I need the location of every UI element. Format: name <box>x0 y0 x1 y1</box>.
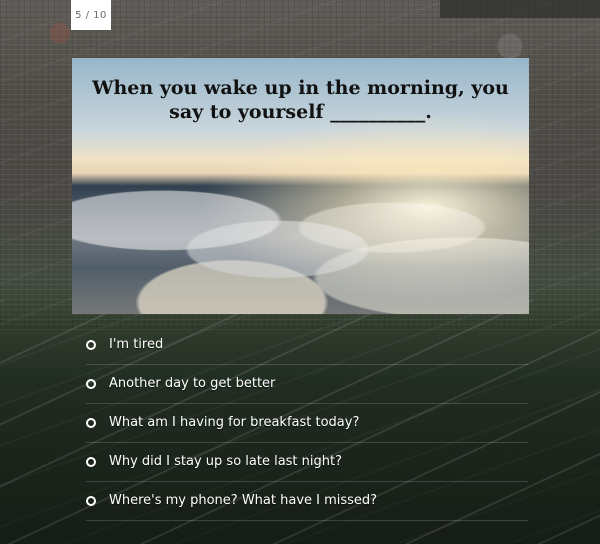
answer-option-label: Another day to get better <box>109 376 276 391</box>
answer-option-label: I'm tired <box>109 337 164 352</box>
answer-option-3[interactable]: What am I having for breakfast today? <box>86 404 528 443</box>
answer-option-4[interactable]: Why did I stay up so late last night? <box>86 443 528 482</box>
question-text: When you wake up in the morning, you say… <box>92 77 509 123</box>
question-card: When you wake up in the morning, you say… <box>72 58 529 314</box>
radio-icon[interactable] <box>86 340 96 350</box>
radio-icon[interactable] <box>86 457 96 467</box>
answer-options: I'm tired Another day to get better What… <box>86 326 528 521</box>
radio-icon[interactable] <box>86 496 96 506</box>
question-counter: 5 / 10 <box>71 0 111 30</box>
clouds-image-layer <box>72 170 529 314</box>
radio-icon[interactable] <box>86 418 96 428</box>
answer-option-1[interactable]: I'm tired <box>86 326 528 365</box>
answer-option-5[interactable]: Where's my phone? What have I missed? <box>86 482 528 521</box>
answer-option-2[interactable]: Another day to get better <box>86 365 528 404</box>
answer-option-label: What am I having for breakfast today? <box>109 415 360 430</box>
radio-icon[interactable] <box>86 379 96 389</box>
answer-option-label: Why did I stay up so late last night? <box>109 454 343 469</box>
scoreboard-strip <box>440 0 600 18</box>
answer-option-label: Where's my phone? What have I missed? <box>109 493 378 508</box>
